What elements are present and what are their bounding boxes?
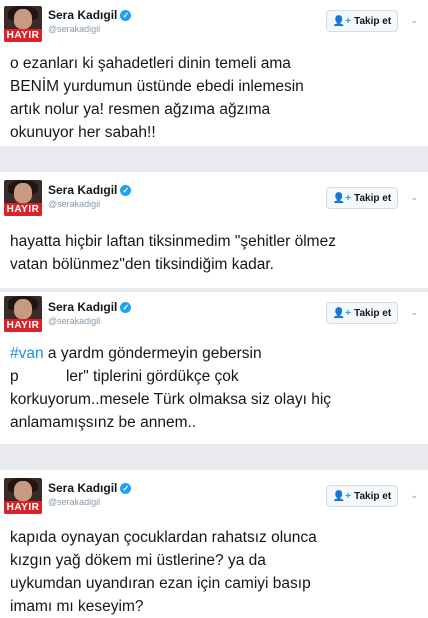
tweet-text: #van a yardm göndermeyin gebersin p ler"… <box>10 342 420 434</box>
follow-button[interactable]: 👤+ Takip et <box>326 485 398 507</box>
tweet-text-line: #van a yardm göndermeyin gebersin <box>10 342 420 365</box>
follow-label: Takip et <box>354 307 392 319</box>
add-person-icon: 👤+ <box>332 192 352 204</box>
tweet-text-line: anlamamışsınz be annem.. <box>10 414 197 431</box>
tweet-text-line: kızgın yağ dökem mi üstlerine? ya da <box>10 552 266 569</box>
display-name[interactable]: Sera Kadıgil ✓ <box>48 300 132 314</box>
avatar[interactable]: HAYIR <box>4 296 42 332</box>
display-name-text: Sera Kadıgil <box>48 8 118 22</box>
tweet-text-line: hayatta hiçbir laftan tiksinmedim "şehit… <box>10 233 336 250</box>
avatar-banner: HAYIR <box>4 203 42 216</box>
tweet-text: o ezanları ki şahadetleri dinin temeli a… <box>10 52 420 144</box>
follow-label: Takip et <box>354 490 392 502</box>
display-name[interactable]: Sera Kadıgil ✓ <box>48 183 132 197</box>
display-name-text: Sera Kadıgil <box>48 481 118 495</box>
tweet-text: kapıda oynayan çocuklardan rahatsız olun… <box>10 526 420 618</box>
follow-label: Takip et <box>354 192 392 204</box>
tweet-separator <box>0 146 428 172</box>
chevron-down-icon[interactable]: ⌄ <box>410 15 418 26</box>
verified-badge-icon: ✓ <box>120 185 132 197</box>
tweet-text-line: artık nolur ya! resmen ağzıma ağzıma <box>10 101 271 118</box>
follow-button[interactable]: 👤+ Takip et <box>326 10 398 32</box>
tweet-card: HAYIR Sera Kadıgil ✓ @serakadigil 👤+ Taki… <box>0 292 428 444</box>
follow-button[interactable]: 👤+ Takip et <box>326 302 398 324</box>
display-name-text: Sera Kadıgil <box>48 183 118 197</box>
add-person-icon: 👤+ <box>332 15 352 27</box>
user-handle[interactable]: @serakadigil <box>48 199 100 209</box>
chevron-down-icon[interactable]: ⌄ <box>410 490 418 501</box>
verified-badge-icon: ✓ <box>120 302 132 314</box>
chevron-down-icon[interactable]: ⌄ <box>410 307 418 318</box>
tweet-card: HAYIR Sera Kadıgil ✓ @serakadigil 👤+ Taki… <box>0 470 428 616</box>
tweet-text-line: p ler" tiplerini gördükçe çok <box>10 368 239 385</box>
avatar-banner: HAYIR <box>4 319 42 332</box>
avatar-banner: HAYIR <box>4 501 42 514</box>
user-handle[interactable]: @serakadigil <box>48 316 100 326</box>
tweet-text-line: BENİM yurdumun üstünde ebedi inlemesin <box>10 78 304 95</box>
avatar[interactable]: HAYIR <box>4 180 42 216</box>
tweet-separator <box>0 444 428 470</box>
avatar[interactable]: HAYIR <box>4 6 42 42</box>
user-handle[interactable]: @serakadigil <box>48 497 100 507</box>
tweet-text-line: uykumdan uyandıran ezan için camiyi bası… <box>10 575 311 592</box>
add-person-icon: 👤+ <box>332 307 352 319</box>
chevron-down-icon[interactable]: ⌄ <box>410 192 418 203</box>
tweet-text-line: okunuyor her sabah!! <box>10 124 156 141</box>
tweet-text-segment: a yardm göndermeyin gebersin <box>43 345 262 362</box>
tweet-text-line: vatan bölünmez"den tiksindiğim kadar. <box>10 256 274 273</box>
display-name[interactable]: Sera Kadıgil ✓ <box>48 481 132 495</box>
display-name[interactable]: Sera Kadıgil ✓ <box>48 8 132 22</box>
avatar[interactable]: HAYIR <box>4 478 42 514</box>
user-handle[interactable]: @serakadigil <box>48 24 100 34</box>
verified-badge-icon: ✓ <box>120 483 132 495</box>
tweet-text: hayatta hiçbir laftan tiksinmedim "şehit… <box>10 230 420 276</box>
avatar-banner: HAYIR <box>4 29 42 42</box>
tweet-card: HAYIR Sera Kadıgil ✓ @serakadigil 👤+ Taki… <box>0 172 428 288</box>
display-name-text: Sera Kadıgil <box>48 300 118 314</box>
tweet-card: HAYIR Sera Kadıgil ✓ @serakadigil 👤+ Taki… <box>0 0 428 146</box>
tweet-text-line: korkuyorum..mesele Türk olmaksa siz olay… <box>10 391 332 408</box>
follow-button[interactable]: 👤+ Takip et <box>326 187 398 209</box>
tweet-text-line: kapıda oynayan çocuklardan rahatsız olun… <box>10 529 317 546</box>
hashtag-link[interactable]: #van <box>10 345 44 362</box>
tweet-text-line: imamı mı keseyim? <box>10 598 144 615</box>
add-person-icon: 👤+ <box>332 490 352 502</box>
follow-label: Takip et <box>354 15 392 27</box>
tweet-text-line: o ezanları ki şahadetleri dinin temeli a… <box>10 55 291 72</box>
verified-badge-icon: ✓ <box>120 10 132 22</box>
